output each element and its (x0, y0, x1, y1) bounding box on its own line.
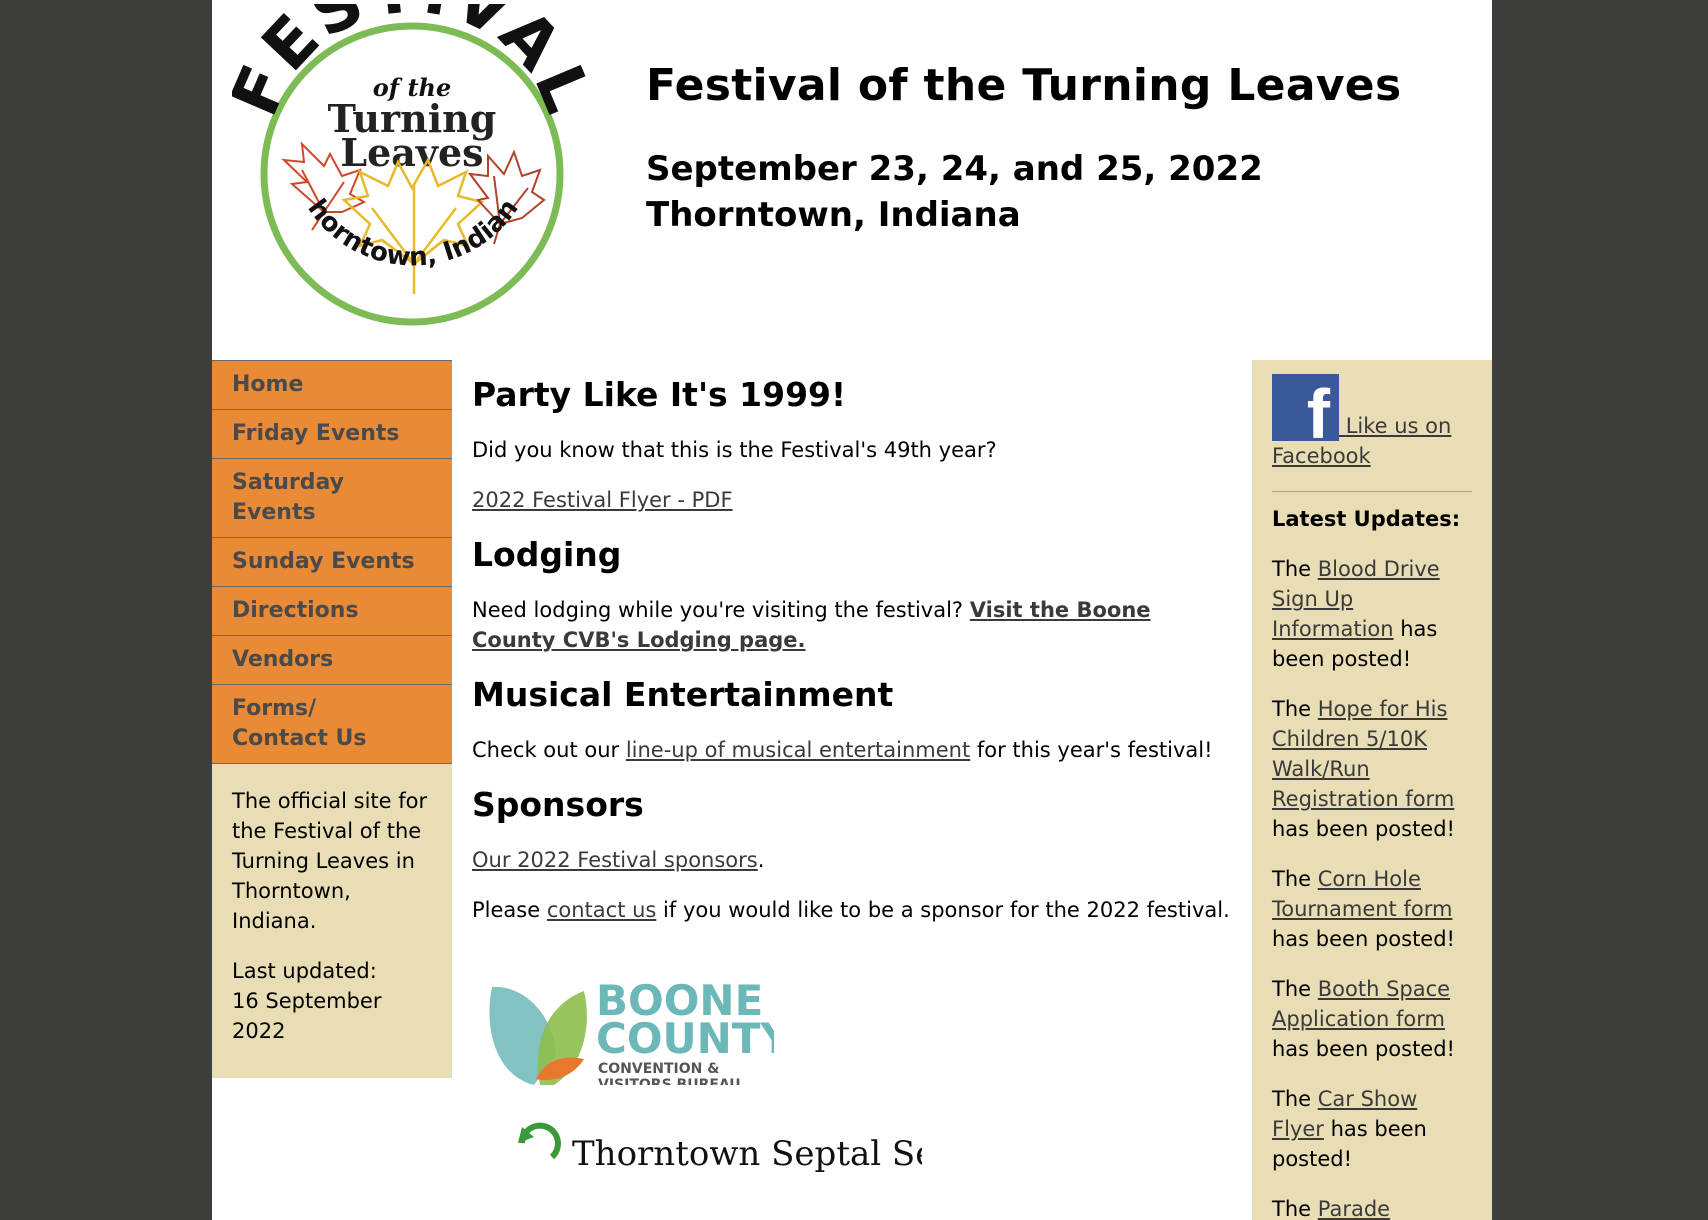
updates-title: Latest Updates: (1272, 507, 1461, 531)
nav-label-line: Contact Us (232, 726, 367, 751)
lodging-paragraph: Need lodging while you're visiting the f… (472, 595, 1232, 655)
svg-text:COUNTY: COUNTY (596, 1014, 774, 1063)
site-title: Festival of the Turning Leaves (646, 60, 1402, 111)
site-info: The official site for the Festival of th… (212, 764, 452, 1078)
update-item: The Blood Drive Sign Up Information has … (1272, 557, 1440, 671)
heading-party: Party Like It's 1999! (472, 375, 847, 414)
septic-sponsor-graphic: Thorntown Septal Servi (518, 1122, 982, 1174)
facebook-link[interactable]: f Like us on Facebook (1272, 374, 1451, 468)
intro-text: Did you know that this is the Festival's… (472, 438, 997, 462)
nav-item-saturday-events[interactable]: Saturday Events (212, 459, 452, 538)
update-link-parade[interactable]: Parade (1318, 1197, 1390, 1220)
nav-item-directions[interactable]: Directions (212, 587, 452, 636)
heading-sponsors: Sponsors (472, 785, 644, 824)
update-item: The Booth Space Application form has bee… (1272, 977, 1455, 1061)
sponsors-period: . (757, 848, 765, 872)
music-pre: Check out our (472, 738, 620, 762)
svg-text:Thorntown Septal Servi: Thorntown Septal Servi (572, 1134, 922, 1173)
update-item: The Parade (1272, 1197, 1391, 1220)
svg-text:VISITORS BUREAU: VISITORS BUREAU (598, 1077, 741, 1085)
nav-item-forms-contact[interactable]: Forms/ Contact Us (212, 685, 452, 764)
main-content: Party Like It's 1999! Did you know that … (472, 360, 1232, 1193)
sponsors-paragraph: Our 2022 Festival sponsors. (472, 845, 1232, 875)
septic-sponsor-logo[interactable]: Thorntown Septal Servi (502, 1113, 1232, 1193)
divider (1272, 491, 1472, 492)
left-sidebar: Home Friday Events Saturday Events Sunda… (212, 360, 452, 1078)
header: FESTIVAL of the Turning Leaves Thorntown… (212, 0, 1492, 360)
page: FESTIVAL of the Turning Leaves Thorntown… (212, 0, 1492, 1220)
festival-dates: September 23, 24, and 25, 2022 Thorntown… (646, 146, 1263, 238)
facebook-icon: f (1272, 374, 1339, 449)
svg-text:CONVENTION &: CONVENTION & (598, 1061, 719, 1077)
festival-logo[interactable]: FESTIVAL of the Turning Leaves Thorntown… (232, 4, 592, 334)
nav-item-home[interactable]: Home (212, 361, 452, 410)
nav-item-sunday-events[interactable]: Sunday Events (212, 538, 452, 587)
last-updated: Last updated: 16 September 2022 (232, 956, 432, 1046)
svg-text:Leaves: Leaves (340, 130, 483, 175)
boone-county-cvb-logo[interactable]: BOONE COUNTY CONVENTION & VISITORS BUREA… (484, 955, 791, 1093)
contact-post: if you would like to be a sponsor for th… (663, 898, 1230, 922)
music-paragraph: Check out our line-up of musical enterta… (472, 735, 1232, 765)
right-sidebar: f Like us on Facebook Latest Updates: Th… (1252, 360, 1492, 1220)
flyer-pdf-link[interactable]: 2022 Festival Flyer - PDF (472, 488, 733, 512)
heading-music: Musical Entertainment (472, 675, 894, 714)
nav-item-friday-events[interactable]: Friday Events (212, 410, 452, 459)
location-line: Thorntown, Indiana (646, 195, 1021, 235)
site-about: The official site for the Festival of th… (232, 789, 428, 933)
sponsors-link[interactable]: Our 2022 Festival sponsors (472, 848, 758, 872)
update-item: The Hope for His Children 5/10K Walk/Run… (1272, 697, 1455, 841)
nav-item-vendors[interactable]: Vendors (212, 636, 452, 685)
contact-us-link[interactable]: contact us (547, 898, 657, 922)
main-nav: Home Friday Events Saturday Events Sunda… (212, 360, 452, 764)
update-item: The Car Show Flyer has been posted! (1272, 1087, 1427, 1171)
last-updated-date: 16 September 2022 (232, 989, 382, 1043)
contact-pre: Please (472, 898, 541, 922)
last-updated-label: Last updated: (232, 959, 377, 983)
heading-lodging: Lodging (472, 535, 622, 574)
dates-line: September 23, 24, and 25, 2022 (646, 149, 1263, 189)
contact-paragraph: Please contact us if you would like to b… (472, 895, 1232, 925)
nav-label-line: Forms/ (232, 696, 317, 721)
music-lineup-link[interactable]: line-up of musical entertainment (626, 738, 970, 762)
yellow-leaf-center (341, 157, 485, 294)
music-post: for this year's festival! (976, 738, 1213, 762)
update-item: The Corn Hole Tournament form has been p… (1272, 867, 1455, 951)
lodging-text: Need lodging while you're visiting the f… (472, 598, 964, 622)
